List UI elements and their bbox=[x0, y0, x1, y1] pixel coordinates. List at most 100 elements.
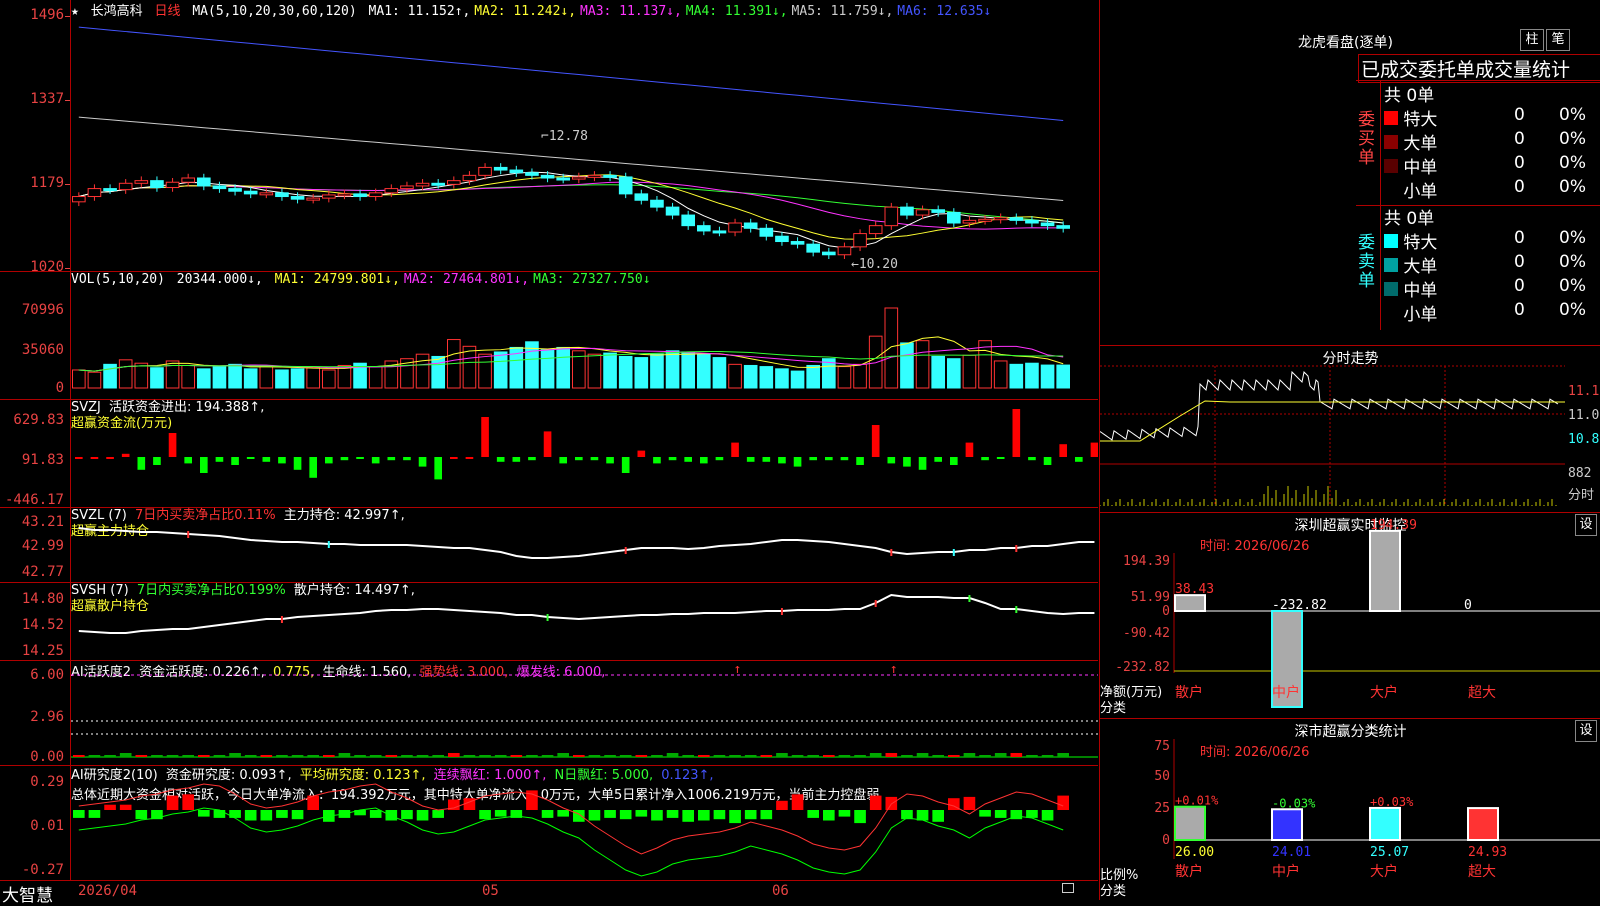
flow-bar bbox=[934, 457, 942, 462]
volume-bar bbox=[947, 358, 961, 389]
price-panel[interactable]: 1496 1337 1179 1020 ★ 长鸿高科 日线 MA(5,10,20… bbox=[0, 0, 1098, 275]
volume-bar bbox=[806, 364, 820, 389]
research-line-green bbox=[78, 807, 1064, 877]
research-bar bbox=[604, 810, 616, 818]
research-bar bbox=[416, 810, 429, 821]
brand-logo: 大智慧 bbox=[2, 886, 53, 906]
activity-bar bbox=[1010, 753, 1023, 757]
volume-bar bbox=[243, 368, 258, 389]
tick-mode-button[interactable]: 笔 bbox=[1546, 29, 1570, 51]
candle bbox=[462, 174, 477, 182]
ai-research-chart[interactable] bbox=[71, 766, 1098, 880]
volume-bar bbox=[118, 359, 133, 389]
svsh-chart[interactable] bbox=[71, 583, 1098, 660]
activity-bar bbox=[151, 755, 163, 757]
volume-bar bbox=[87, 371, 102, 389]
candle bbox=[868, 225, 883, 235]
buy-count: 0 bbox=[1514, 153, 1525, 173]
classify-bar-1 bbox=[1174, 805, 1206, 841]
intraday-panel[interactable]: 分时走势 11.18 11.02 10.87 882 分时 bbox=[1099, 346, 1600, 513]
research-bar bbox=[729, 810, 741, 824]
flow-bar bbox=[465, 457, 474, 459]
monitor-value-2: -232.82 bbox=[1272, 598, 1327, 613]
activity-bar bbox=[573, 755, 585, 757]
ai-research-panel[interactable]: 0.29 0.01 -0.27 AI研究度2(10) 资金研究度: 0.093↑… bbox=[0, 766, 1098, 880]
research-bar bbox=[557, 810, 569, 817]
candle bbox=[572, 176, 586, 180]
intraday-axis-3: 10.87 bbox=[1568, 432, 1600, 447]
volume-bar bbox=[900, 342, 914, 389]
candle bbox=[634, 193, 649, 201]
candlestick-chart[interactable]: ⌐12.78 ←10.20 bbox=[71, 0, 1098, 271]
volume-bar bbox=[884, 307, 899, 389]
flow-bar bbox=[981, 457, 989, 461]
ai-activity-panel[interactable]: 6.00 2.96 0.00 AI活跃度2 资金活跃度: 0.226↑, 0.7… bbox=[0, 661, 1098, 766]
volume-bar bbox=[72, 369, 86, 389]
svzl-chart[interactable] bbox=[71, 508, 1098, 582]
candle bbox=[775, 235, 789, 243]
svzl-tick-3: 42.77 bbox=[21, 564, 64, 580]
flow-bar bbox=[168, 433, 177, 457]
ma-line-3 bbox=[78, 184, 1064, 224]
candle bbox=[618, 176, 633, 195]
candle bbox=[228, 188, 242, 192]
classify-tick-3: 25 bbox=[1154, 801, 1170, 816]
volume-panel[interactable]: 70996 35060 0 VOL(5,10,20) 20344.000↓, M… bbox=[0, 272, 1098, 400]
buy-category: 特大 bbox=[1403, 110, 1438, 130]
intraday-chart[interactable] bbox=[1100, 346, 1565, 512]
svsh-axis: 14.80 14.52 14.25 bbox=[0, 583, 71, 660]
candle bbox=[322, 194, 336, 199]
flow-bar bbox=[340, 457, 349, 461]
volume-chart[interactable] bbox=[71, 272, 1098, 399]
flow-bar bbox=[965, 442, 974, 457]
svzj-panel[interactable]: 629.83 91.83 -446.17 SVZJ 活跃资金进出: 194.38… bbox=[0, 400, 1098, 508]
buy-total: 共 0单 bbox=[1384, 86, 1435, 106]
volume-bar bbox=[915, 340, 930, 389]
volume-axis: 70996 35060 0 bbox=[0, 272, 71, 399]
buy-block: 委买单 共 0单 特大 0 0% 大单 0 0% 中单 0 0% 小单 0 0% bbox=[1356, 80, 1600, 206]
research-bar bbox=[916, 810, 929, 821]
activity-bar bbox=[854, 755, 866, 757]
research-bar bbox=[369, 810, 382, 818]
flow-bar bbox=[1090, 442, 1098, 457]
svzl-panel[interactable]: 43.21 42.99 42.77 SVZL (7) 7日内买卖净占比0.11%… bbox=[0, 508, 1098, 583]
candle bbox=[759, 227, 774, 237]
research-bar bbox=[1026, 810, 1038, 818]
flow-bar bbox=[543, 431, 552, 457]
sell-side-label: 委卖单 bbox=[1358, 233, 1375, 291]
svsh-panel[interactable]: 14.80 14.52 14.25 SVSH (7) 7日内买卖净占比0.199… bbox=[0, 583, 1098, 661]
svzj-chart[interactable] bbox=[71, 400, 1098, 507]
candle bbox=[134, 180, 149, 184]
candle bbox=[259, 192, 274, 196]
ai-activity-chart[interactable]: ↑ ↑ bbox=[71, 661, 1098, 765]
research-bar bbox=[635, 810, 648, 817]
volume-bar bbox=[431, 355, 445, 389]
flow-bar bbox=[293, 457, 302, 470]
ma-line-1 bbox=[78, 26, 1064, 122]
high-label: ⌐12.78 bbox=[541, 129, 588, 144]
flow-bar bbox=[871, 425, 880, 457]
ai1-tick-1: 6.00 bbox=[30, 667, 64, 683]
research-bar bbox=[385, 810, 398, 821]
volume-bar bbox=[712, 357, 727, 389]
flow-bar bbox=[121, 453, 130, 457]
bar-mode-button[interactable]: 柱 bbox=[1520, 29, 1544, 51]
research-bar bbox=[666, 810, 679, 818]
classify-cat-3: 大户 bbox=[1370, 863, 1398, 880]
research-bar bbox=[119, 804, 132, 810]
activity-bar bbox=[119, 753, 132, 757]
candle bbox=[884, 206, 899, 227]
flow-bar bbox=[90, 457, 99, 459]
monitor-tick-5: -232.82 bbox=[1115, 660, 1170, 675]
volume-bar bbox=[587, 353, 602, 389]
lock-icon[interactable] bbox=[1062, 883, 1074, 893]
sell-total: 共 0单 bbox=[1384, 209, 1435, 229]
activity-bar bbox=[182, 755, 194, 757]
candle bbox=[681, 214, 695, 227]
longhu-panel: 龙虎看盘(逐单) 柱 笔 已成交委托单成交量统计 委买单 共 0单 特大 0 0% … bbox=[1099, 0, 1600, 346]
candle bbox=[947, 211, 961, 224]
sell-count: 0 bbox=[1514, 276, 1525, 296]
buy-percent: 0% bbox=[1559, 105, 1586, 125]
research-bar bbox=[963, 796, 976, 810]
flow-bar bbox=[778, 457, 786, 464]
